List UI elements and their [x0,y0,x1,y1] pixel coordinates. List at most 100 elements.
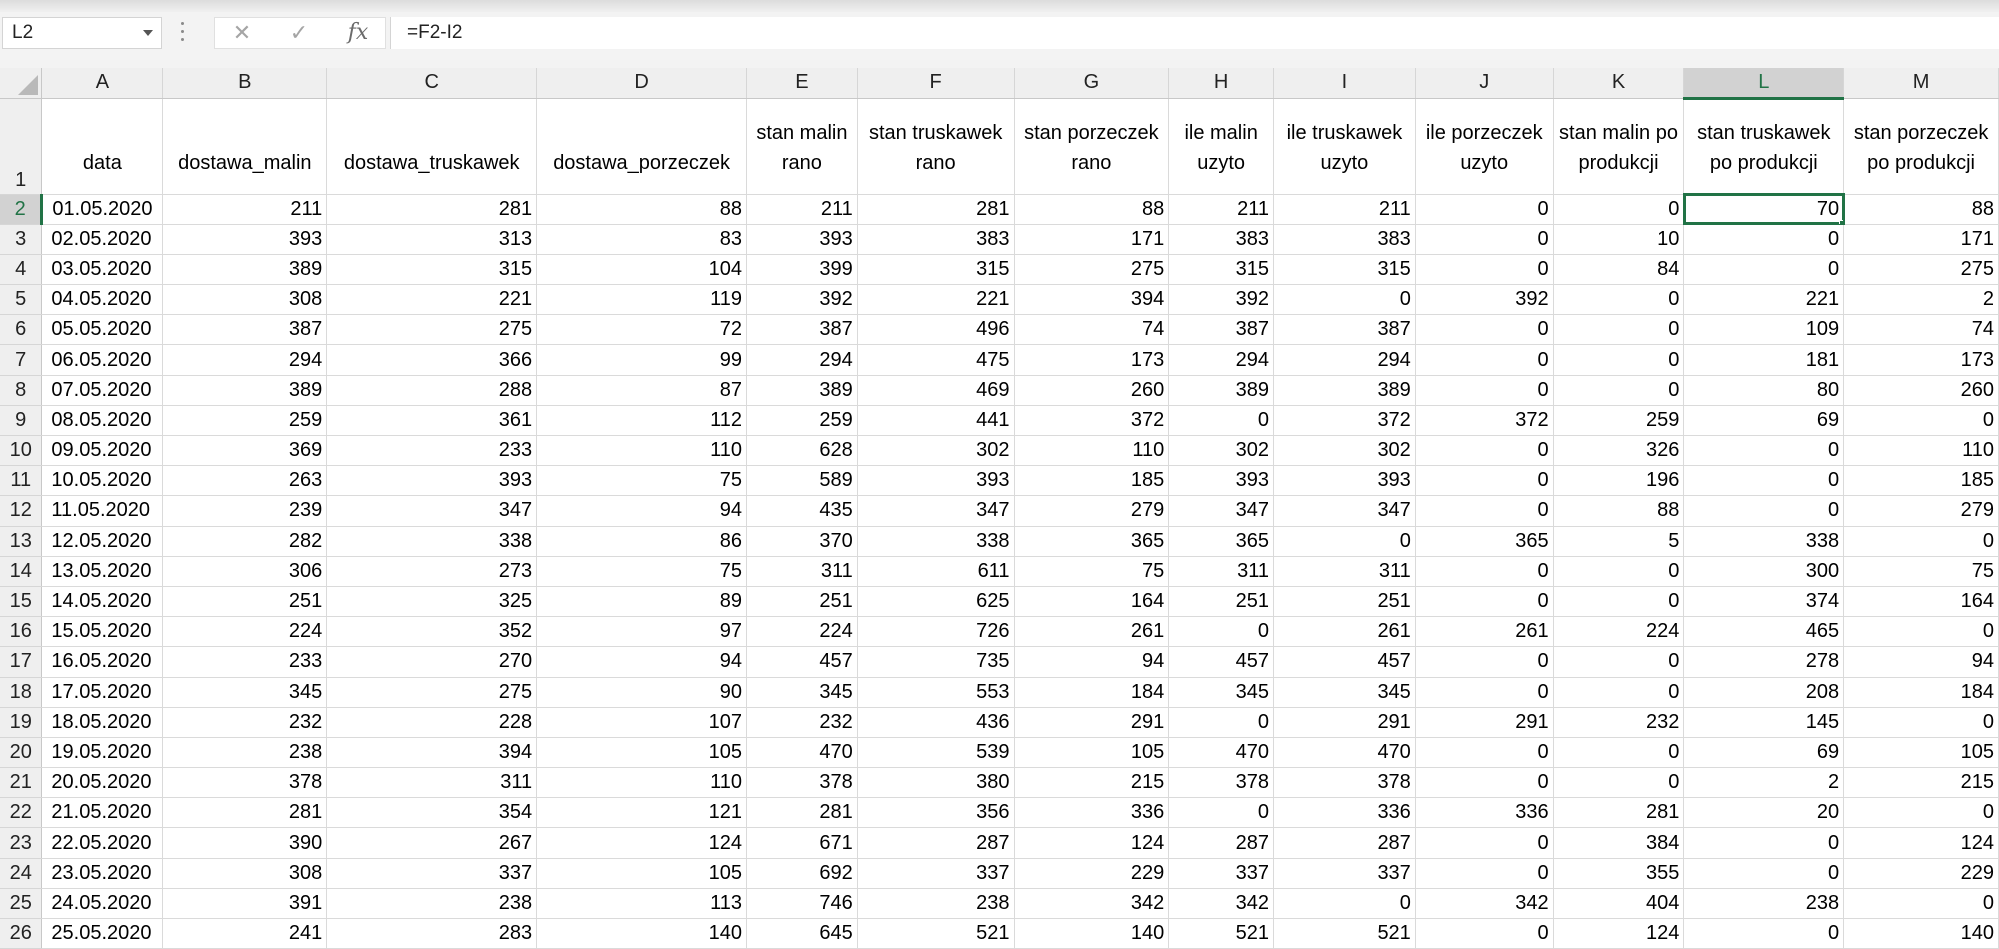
cell[interactable]: 24.05.2020 [41,888,164,920]
cell[interactable]: 124 [536,827,748,859]
cell[interactable]: 2 [1683,767,1845,799]
column-header-g[interactable]: G [1014,68,1170,99]
cell[interactable]: 196 [1553,465,1685,497]
cell[interactable]: 124 [1553,918,1685,949]
cell[interactable]: 288 [326,375,538,406]
cell[interactable]: 17.05.2020 [41,677,164,708]
cell[interactable]: 184 [1843,677,1999,708]
header-cell[interactable]: stan truskawek po produkcji [1683,98,1845,195]
insert-function-icon[interactable]: fx [338,17,378,49]
cell[interactable]: 164 [1843,586,1999,618]
cell[interactable]: 611 [857,556,1015,587]
cell[interactable]: 0 [1553,646,1685,678]
cell[interactable]: 374 [1683,586,1845,618]
cell[interactable]: 259 [162,405,328,437]
cell[interactable]: 383 [1273,224,1416,255]
cell[interactable]: 86 [536,526,748,557]
cell[interactable]: 387 [1273,314,1416,346]
cell[interactable]: 746 [746,888,858,920]
cell[interactable]: 211 [1168,194,1275,225]
cell[interactable]: 0 [1843,526,1999,557]
cell[interactable]: 692 [746,858,858,889]
cell[interactable]: 0 [1415,194,1554,225]
cell[interactable]: 01.05.2020 [41,194,164,225]
cell[interactable]: 145 [1683,707,1845,738]
row-header[interactable]: 1 [0,98,43,195]
column-header-b[interactable]: B [162,68,328,99]
row-header[interactable]: 5 [0,284,43,316]
cell[interactable]: 94 [536,646,748,678]
cell[interactable]: 278 [1683,646,1845,678]
row-header[interactable]: 8 [0,375,43,406]
cell[interactable]: 521 [1168,918,1275,949]
cell[interactable]: 338 [326,526,538,557]
cell[interactable]: 291 [1273,707,1416,738]
cell[interactable]: 311 [326,767,538,799]
cell[interactable]: 337 [857,858,1015,889]
cell[interactable]: 0 [1168,616,1275,648]
cell[interactable]: 392 [746,284,858,316]
cell[interactable]: 378 [746,767,858,799]
cell[interactable]: 211 [746,194,858,225]
cell[interactable]: 625 [857,586,1015,618]
cell[interactable]: 110 [536,767,748,799]
cell[interactable]: 389 [162,375,328,406]
cell[interactable]: 239 [162,495,328,527]
cell[interactable]: 109 [1683,314,1845,346]
column-header-i[interactable]: I [1273,68,1416,99]
cell[interactable]: 0 [1415,556,1554,587]
row-header[interactable]: 3 [0,224,43,255]
cell[interactable]: 224 [1553,616,1685,648]
cell[interactable]: 221 [1683,284,1845,316]
cell[interactable]: 0 [1553,586,1685,618]
cell[interactable]: 671 [746,827,858,859]
cell[interactable]: 105 [536,858,748,889]
cell[interactable]: 372 [1014,405,1170,437]
row-header[interactable]: 16 [0,616,43,648]
cell[interactable]: 628 [746,435,858,467]
cell[interactable]: 326 [1553,435,1685,467]
cell[interactable]: 393 [326,465,538,497]
cell[interactable]: 10.05.2020 [41,465,164,497]
cell[interactable]: 521 [857,918,1015,949]
cell[interactable]: 84 [1553,254,1685,286]
cell[interactable]: 0 [1553,375,1685,406]
cell[interactable]: 232 [746,707,858,738]
cell[interactable]: 294 [1273,344,1416,376]
cell[interactable]: 88 [1014,194,1170,225]
header-cell[interactable]: stan malin rano [746,98,858,195]
cell[interactable]: 0 [1415,827,1554,859]
cell[interactable]: 267 [326,827,538,859]
cell[interactable]: 0 [1415,677,1554,708]
cell[interactable]: 0 [1415,465,1554,497]
cell[interactable]: 140 [536,918,748,949]
cell[interactable]: 16.05.2020 [41,646,164,678]
cell[interactable]: 393 [857,465,1015,497]
cell[interactable]: 283 [326,918,538,949]
cell[interactable]: 171 [1014,224,1170,255]
cell[interactable]: 263 [162,465,328,497]
cell[interactable]: 105 [1843,737,1999,769]
column-header-e[interactable]: E [746,68,858,99]
row-header[interactable]: 23 [0,827,43,859]
row-header[interactable]: 19 [0,707,43,738]
cell[interactable]: 0 [1683,827,1845,859]
cell[interactable]: 378 [162,767,328,799]
cell[interactable]: 313 [326,224,538,255]
cell[interactable]: 0 [1415,314,1554,346]
cell[interactable]: 383 [1168,224,1275,255]
cell[interactable]: 75 [536,556,748,587]
cell[interactable]: 259 [746,405,858,437]
header-cell[interactable]: stan porzeczek po produkcji [1843,98,1999,195]
cell[interactable]: 0 [1553,344,1685,376]
cell[interactable]: 215 [1843,767,1999,799]
cell[interactable]: 0 [1683,858,1845,889]
cell[interactable]: 171 [1843,224,1999,255]
row-header[interactable]: 18 [0,677,43,708]
name-box[interactable]: L2 [2,17,162,49]
cell[interactable]: 342 [1014,888,1170,920]
cell[interactable]: 0 [1553,314,1685,346]
header-cell[interactable]: dostawa_porzeczek [536,98,748,195]
cell[interactable]: 287 [1273,827,1416,859]
cell[interactable]: 347 [857,495,1015,527]
